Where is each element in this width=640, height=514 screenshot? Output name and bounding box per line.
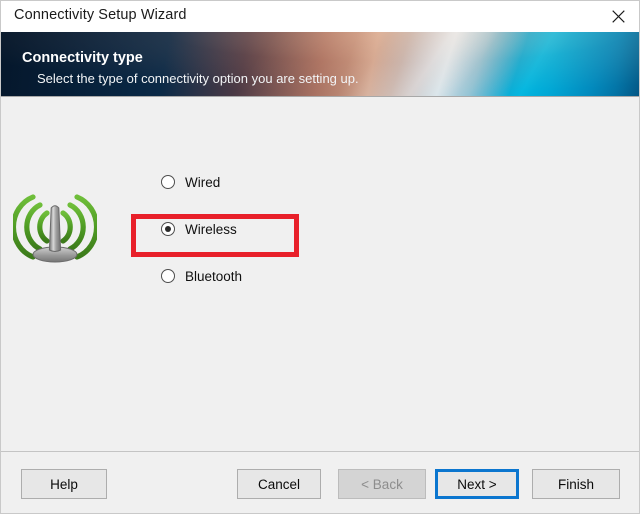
wizard-content: Wired Wireless Bluetooth [1, 98, 640, 451]
title-bar: Connectivity Setup Wizard [1, 1, 640, 33]
radio-option-bluetooth[interactable]: Bluetooth [161, 264, 421, 288]
radio-indicator-wired[interactable] [161, 175, 175, 189]
next-button[interactable]: Next > [435, 469, 519, 499]
connectivity-setup-wizard-window: Connectivity Setup Wizard Connectivity t… [0, 0, 640, 514]
radio-option-wireless[interactable]: Wireless [161, 217, 421, 241]
wizard-button-bar: Help Cancel < Back Next > Finish [1, 451, 640, 514]
radio-label-wireless: Wireless [185, 222, 237, 237]
radio-option-wired[interactable]: Wired [161, 170, 421, 194]
back-button: < Back [338, 469, 426, 499]
banner-heading: Connectivity type [22, 50, 143, 66]
radio-label-bluetooth: Bluetooth [185, 269, 242, 284]
cancel-button[interactable]: Cancel [237, 469, 321, 499]
banner-subheading: Select the type of connectivity option y… [37, 71, 359, 86]
finish-button[interactable]: Finish [532, 469, 620, 499]
radio-indicator-bluetooth[interactable] [161, 269, 175, 283]
radio-label-wired: Wired [185, 175, 220, 190]
wizard-banner: Connectivity type Select the type of con… [1, 32, 640, 97]
wireless-antenna-icon [13, 186, 97, 266]
window-title: Connectivity Setup Wizard [14, 7, 187, 23]
radio-indicator-wireless[interactable] [161, 222, 175, 236]
close-icon[interactable] [595, 1, 640, 32]
connectivity-options-group: Wired Wireless Bluetooth [161, 170, 421, 311]
help-button[interactable]: Help [21, 469, 107, 499]
